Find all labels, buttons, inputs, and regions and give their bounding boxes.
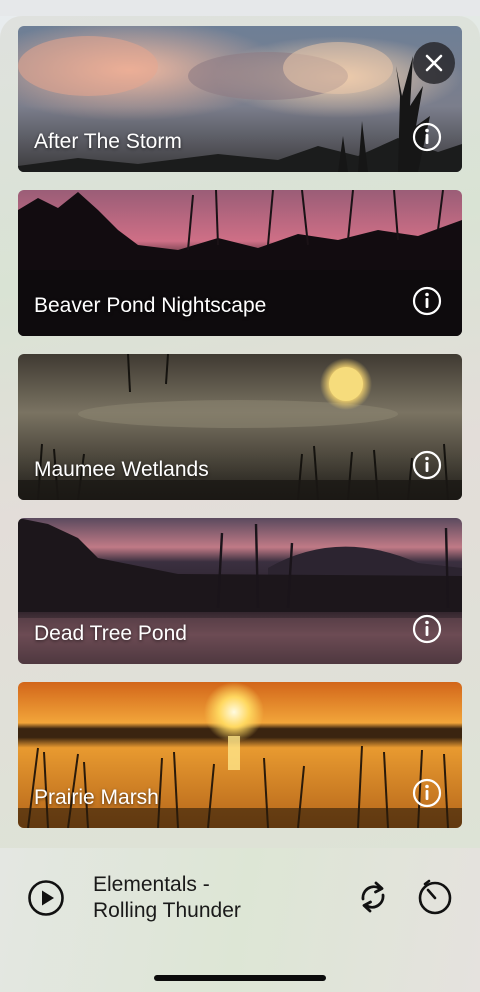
now-playing-title: Elementals - Rolling Thunder (93, 872, 241, 924)
repeat-icon[interactable] (355, 879, 391, 915)
scene-title: Dead Tree Pond (34, 622, 187, 645)
info-circle-icon[interactable] (412, 450, 442, 480)
scene-card-maumee-wetlands[interactable]: Maumee Wetlands (18, 354, 462, 500)
scene-card-prairie-marsh[interactable]: Prairie Marsh (18, 682, 462, 828)
scene-title: Beaver Pond Nightscape (34, 294, 267, 317)
info-circle-icon[interactable] (412, 122, 442, 152)
close-icon (425, 54, 443, 72)
scene-card-after-the-storm[interactable]: After The Storm (18, 26, 462, 172)
info-circle-icon[interactable] (412, 614, 442, 644)
scene-card-beaver-pond-nightscape[interactable]: Beaver Pond Nightscape (18, 190, 462, 336)
close-button[interactable] (413, 42, 455, 84)
home-indicator[interactable] (154, 975, 326, 981)
track-line-2: Rolling Thunder (93, 899, 241, 922)
scene-card-dead-tree-pond[interactable]: Dead Tree Pond (18, 518, 462, 664)
timer-icon[interactable] (416, 878, 454, 916)
track-line-1: Elementals - (93, 873, 210, 896)
scene-title: Prairie Marsh (34, 786, 159, 809)
info-circle-icon[interactable] (412, 778, 442, 808)
scene-title: Maumee Wetlands (34, 458, 209, 481)
status-strip (0, 0, 480, 16)
scene-title: After The Storm (34, 130, 182, 153)
info-circle-icon[interactable] (412, 286, 442, 316)
play-icon[interactable] (27, 879, 65, 917)
